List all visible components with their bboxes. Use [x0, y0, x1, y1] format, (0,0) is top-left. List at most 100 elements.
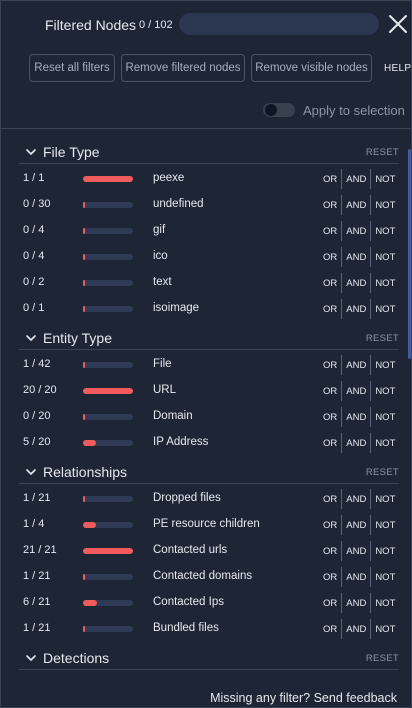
filter-label[interactable]: gif [153, 224, 165, 236]
filter-operators: OR AND NOT [319, 407, 399, 427]
filter-count: 21 / 21 [23, 544, 57, 556]
filter-operators: OR AND NOT [319, 381, 399, 401]
feedback-link[interactable]: Missing any filter? Send feedback [210, 691, 397, 705]
or-button[interactable]: OR [319, 299, 341, 319]
not-button[interactable]: NOT [370, 407, 399, 427]
filter-label[interactable]: Bundled files [153, 622, 219, 634]
reset-all-filters-button[interactable]: Reset all filters [29, 54, 115, 82]
not-button[interactable]: NOT [370, 381, 399, 401]
filter-ratio-fill [83, 522, 96, 528]
filter-label[interactable]: File [153, 358, 172, 370]
not-button[interactable]: NOT [370, 169, 399, 189]
help-link[interactable]: HELP [384, 63, 411, 74]
filter-ratio-bar [83, 496, 133, 502]
or-button[interactable]: OR [319, 355, 341, 375]
section-reset-button[interactable]: RESET [366, 333, 399, 344]
filter-label[interactable]: isoimage [153, 302, 199, 314]
not-button[interactable]: NOT [370, 567, 399, 587]
and-button[interactable]: AND [341, 567, 370, 587]
or-button[interactable]: OR [319, 489, 341, 509]
remove-visible-nodes-button[interactable]: Remove visible nodes [251, 54, 372, 82]
section-header[interactable]: Detections RESET [19, 648, 399, 670]
section-header[interactable]: Entity Type RESET [19, 328, 399, 350]
not-button[interactable]: NOT [370, 247, 399, 267]
or-button[interactable]: OR [319, 195, 341, 215]
and-button[interactable]: AND [341, 273, 370, 293]
filter-label[interactable]: peexe [153, 172, 184, 184]
section-reset-button[interactable]: RESET [366, 653, 399, 664]
filter-operators: OR AND NOT [319, 221, 399, 241]
filter-count: 20 / 20 [23, 384, 57, 396]
or-button[interactable]: OR [319, 433, 341, 453]
not-button[interactable]: NOT [370, 221, 399, 241]
filter-label[interactable]: text [153, 276, 172, 288]
not-button[interactable]: NOT [370, 593, 399, 613]
filter-ratio-bar [83, 522, 133, 528]
filter-operators: OR AND NOT [319, 515, 399, 535]
and-button[interactable]: AND [341, 247, 370, 267]
and-button[interactable]: AND [341, 221, 370, 241]
filter-label[interactable]: Contacted urls [153, 544, 227, 556]
and-button[interactable]: AND [341, 619, 370, 639]
chevron-down-icon[interactable] [25, 652, 37, 664]
filter-label[interactable]: Domain [153, 410, 193, 422]
filter-ratio-bar [83, 254, 133, 260]
not-button[interactable]: NOT [370, 515, 399, 535]
or-button[interactable]: OR [319, 619, 341, 639]
not-button[interactable]: NOT [370, 433, 399, 453]
not-button[interactable]: NOT [370, 541, 399, 561]
section-header[interactable]: File Type RESET [19, 142, 399, 164]
chevron-down-icon[interactable] [25, 146, 37, 158]
filter-label[interactable]: PE resource children [153, 518, 260, 530]
and-button[interactable]: AND [341, 195, 370, 215]
and-button[interactable]: AND [341, 433, 370, 453]
and-button[interactable]: AND [341, 169, 370, 189]
and-button[interactable]: AND [341, 489, 370, 509]
and-button[interactable]: AND [341, 381, 370, 401]
not-button[interactable]: NOT [370, 489, 399, 509]
not-button[interactable]: NOT [370, 355, 399, 375]
filter-row: 5 / 20 IP Address OR AND NOT [1, 430, 412, 456]
filter-operators: OR AND NOT [319, 195, 399, 215]
section-header[interactable]: Relationships RESET [19, 462, 399, 484]
and-button[interactable]: AND [341, 355, 370, 375]
not-button[interactable]: NOT [370, 195, 399, 215]
or-button[interactable]: OR [319, 169, 341, 189]
section-reset-button[interactable]: RESET [366, 147, 399, 158]
filter-ratio-bar [83, 280, 133, 286]
search-input[interactable] [179, 13, 379, 35]
and-button[interactable]: AND [341, 407, 370, 427]
not-button[interactable]: NOT [370, 273, 399, 293]
or-button[interactable]: OR [319, 593, 341, 613]
or-button[interactable]: OR [319, 407, 341, 427]
or-button[interactable]: OR [319, 273, 341, 293]
not-button[interactable]: NOT [370, 299, 399, 319]
remove-filtered-nodes-button[interactable]: Remove filtered nodes [121, 54, 245, 82]
filter-operators: OR AND NOT [319, 489, 399, 509]
and-button[interactable]: AND [341, 515, 370, 535]
chevron-down-icon[interactable] [25, 332, 37, 344]
or-button[interactable]: OR [319, 515, 341, 535]
close-icon[interactable] [387, 13, 409, 35]
or-button[interactable]: OR [319, 221, 341, 241]
scrollbar[interactable] [408, 149, 411, 359]
filter-label[interactable]: Contacted domains [153, 570, 252, 582]
or-button[interactable]: OR [319, 541, 341, 561]
apply-to-selection-toggle[interactable] [263, 103, 295, 117]
section-reset-button[interactable]: RESET [366, 467, 399, 478]
filter-label[interactable]: IP Address [153, 436, 208, 448]
filter-count: 5 / 20 [23, 436, 51, 448]
and-button[interactable]: AND [341, 541, 370, 561]
not-button[interactable]: NOT [370, 619, 399, 639]
chevron-down-icon[interactable] [25, 466, 37, 478]
filter-label[interactable]: ico [153, 250, 168, 262]
filter-label[interactable]: Dropped files [153, 492, 221, 504]
or-button[interactable]: OR [319, 381, 341, 401]
filter-label[interactable]: undefined [153, 198, 204, 210]
and-button[interactable]: AND [341, 299, 370, 319]
or-button[interactable]: OR [319, 567, 341, 587]
filter-label[interactable]: URL [153, 384, 176, 396]
and-button[interactable]: AND [341, 593, 370, 613]
filter-label[interactable]: Contacted Ips [153, 596, 224, 608]
or-button[interactable]: OR [319, 247, 341, 267]
